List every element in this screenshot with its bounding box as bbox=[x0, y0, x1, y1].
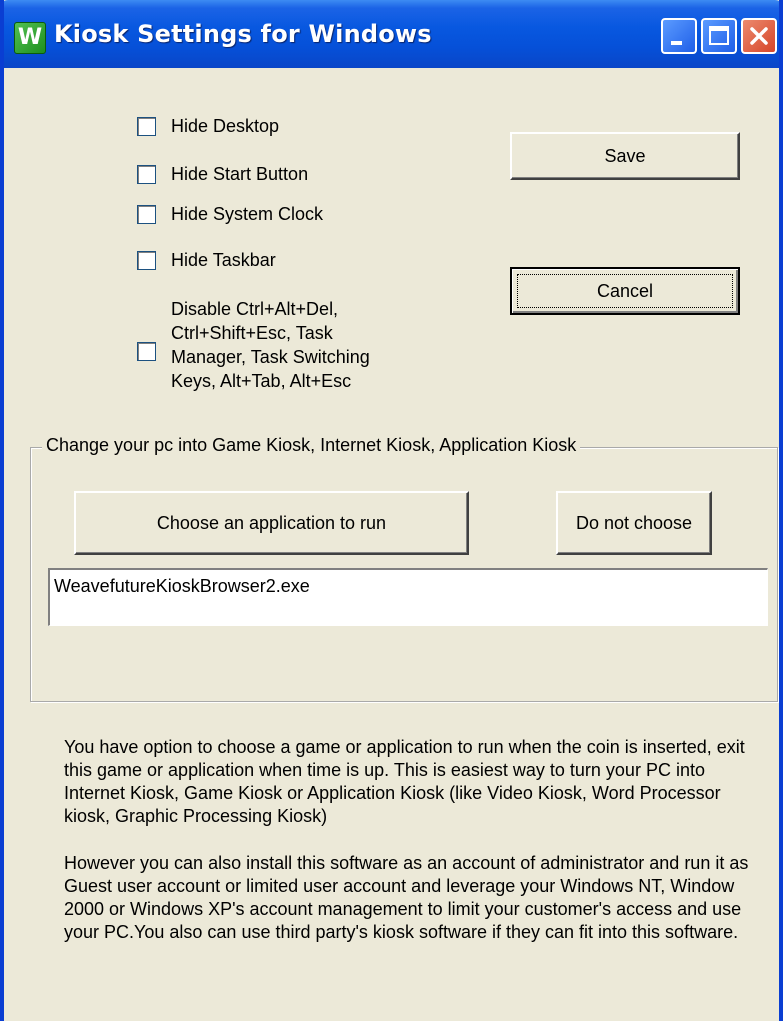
minimize-button[interactable] bbox=[661, 18, 697, 54]
app-icon[interactable]: W bbox=[14, 22, 46, 54]
hide-desktop-checkbox[interactable] bbox=[137, 117, 156, 136]
title-bar[interactable]: W Kiosk Settings for Windows bbox=[4, 0, 779, 68]
save-button-label: Save bbox=[604, 146, 646, 166]
choose-application-label: Choose an application to run bbox=[156, 513, 387, 533]
disable-keys-label: Disable Ctrl+Alt+Del, Ctrl+Shift+Esc, Ta… bbox=[171, 297, 431, 393]
application-path-field[interactable]: WeavefutureKioskBrowser2.exe bbox=[48, 568, 768, 626]
hide-system-clock-checkbox[interactable] bbox=[137, 205, 156, 224]
maximize-icon bbox=[709, 26, 729, 45]
cancel-button[interactable]: Cancel bbox=[510, 267, 740, 315]
minimize-icon bbox=[671, 41, 682, 45]
hide-desktop-label: Hide Desktop bbox=[171, 116, 280, 136]
info-paragraph-1: You have option to choose a game or appl… bbox=[64, 737, 745, 826]
maximize-button[interactable] bbox=[701, 18, 737, 54]
hide-start-button-checkbox[interactable] bbox=[137, 165, 156, 184]
disable-keys-line-4: Keys, Alt+Tab, Alt+Esc bbox=[171, 371, 352, 391]
disable-keys-line-1: Disable Ctrl+Alt+Del, bbox=[171, 299, 339, 319]
hide-taskbar-label: Hide Taskbar bbox=[171, 250, 276, 270]
info-paragraph-2: However you can also install this softwa… bbox=[64, 853, 749, 942]
kiosk-settings-window: W Kiosk Settings for Windows Hide Deskto… bbox=[0, 0, 783, 1021]
close-button[interactable] bbox=[741, 18, 777, 54]
disable-keys-checkbox[interactable] bbox=[137, 342, 156, 361]
hide-taskbar-option[interactable]: Hide Taskbar bbox=[137, 250, 276, 271]
do-not-choose-label: Do not choose bbox=[575, 513, 693, 533]
disable-keys-line-3: Manager, Task Switching bbox=[171, 347, 370, 367]
disable-keys-line-2: Ctrl+Shift+Esc, Task bbox=[171, 323, 333, 343]
window-title: Kiosk Settings for Windows bbox=[54, 20, 432, 48]
kiosk-group-legend: Change your pc into Game Kiosk, Internet… bbox=[42, 435, 581, 456]
do-not-choose-button[interactable]: Do not choose bbox=[556, 491, 712, 555]
hide-desktop-option[interactable]: Hide Desktop bbox=[137, 116, 279, 137]
save-button[interactable]: Save bbox=[510, 132, 740, 180]
hide-system-clock-label: Hide System Clock bbox=[171, 204, 324, 224]
hide-start-button-label: Hide Start Button bbox=[171, 164, 309, 184]
choose-application-button[interactable]: Choose an application to run bbox=[74, 491, 469, 555]
cancel-button-label: Cancel bbox=[596, 281, 654, 301]
close-icon bbox=[750, 27, 768, 45]
hide-system-clock-option[interactable]: Hide System Clock bbox=[137, 204, 323, 225]
hide-taskbar-checkbox[interactable] bbox=[137, 251, 156, 270]
hide-start-button-option[interactable]: Hide Start Button bbox=[137, 164, 308, 185]
